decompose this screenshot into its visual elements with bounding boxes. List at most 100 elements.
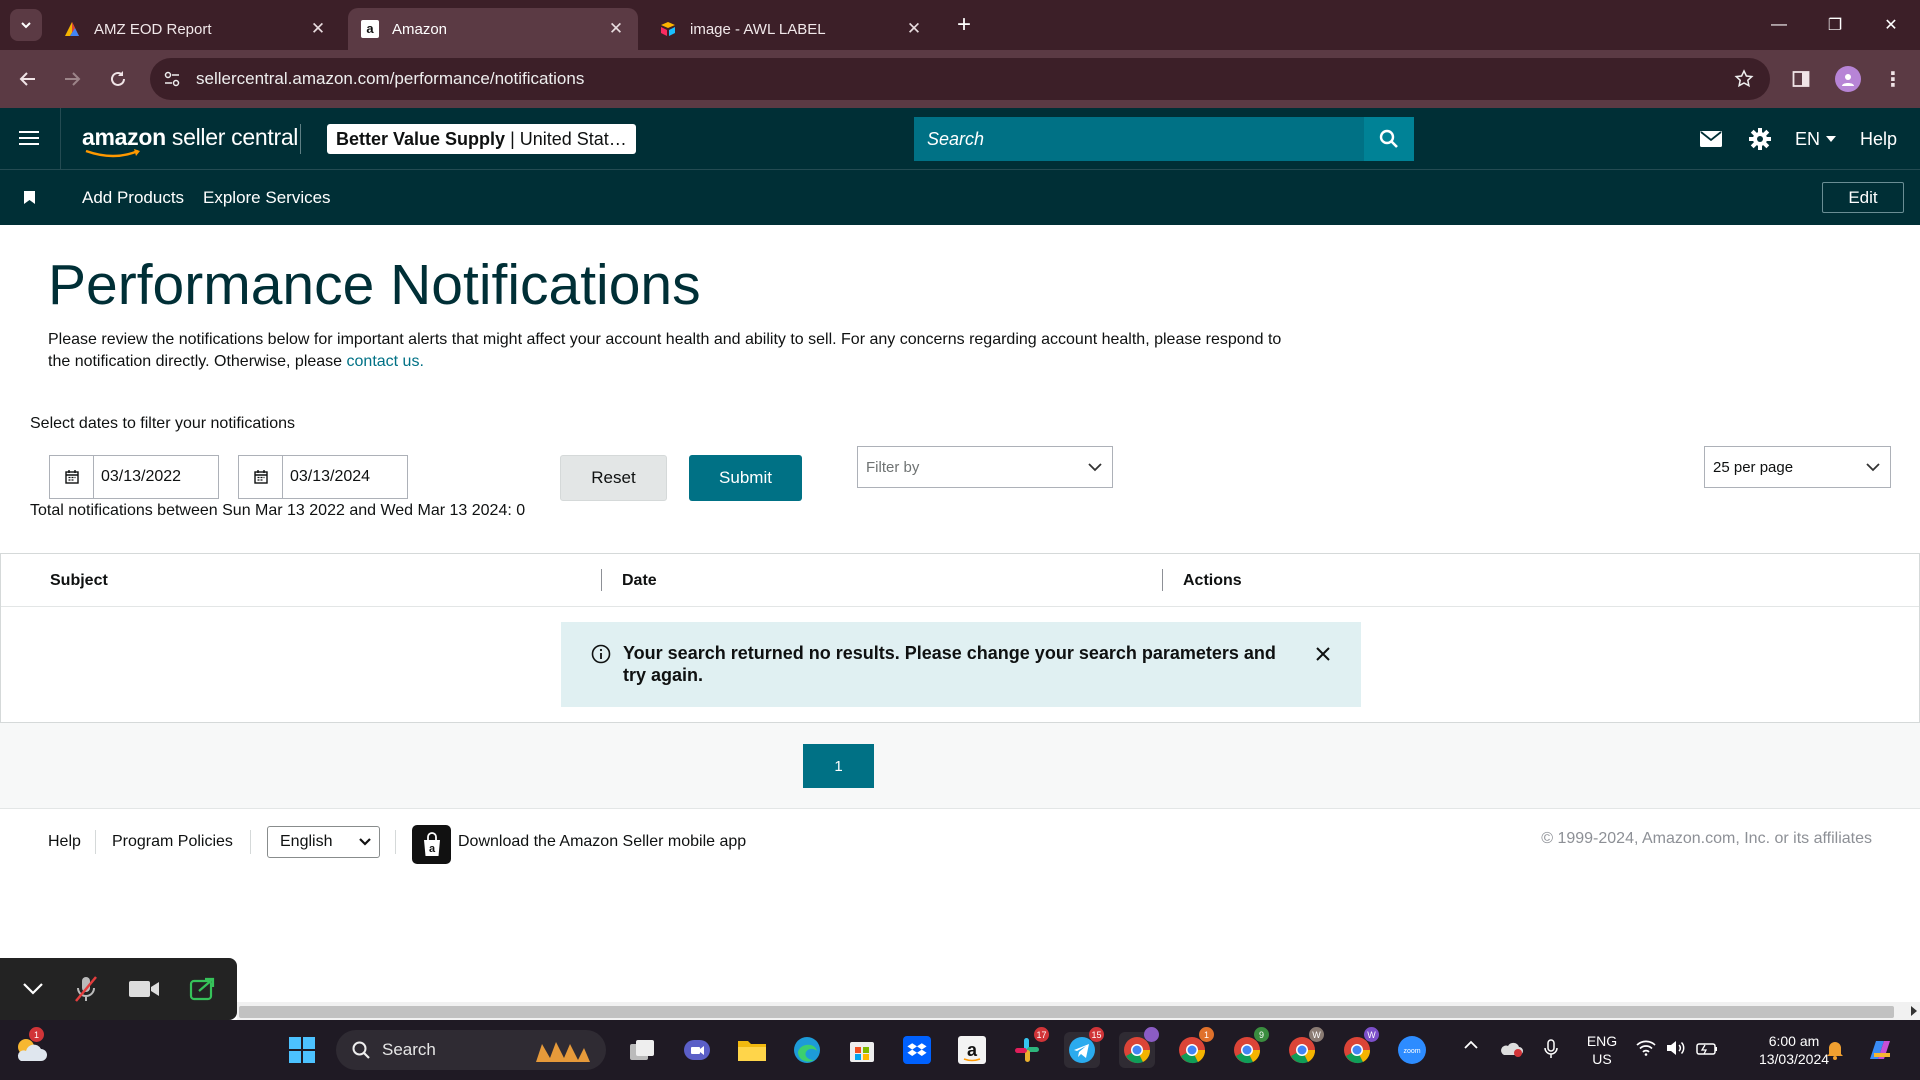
close-icon[interactable]: ✕: [308, 19, 328, 39]
calendar-icon[interactable]: [239, 456, 283, 498]
language-line-2: US: [1592, 1051, 1612, 1067]
svg-text:a: a: [428, 843, 435, 855]
onedrive-icon[interactable]: [1500, 1041, 1524, 1057]
close-icon[interactable]: ✕: [606, 19, 626, 39]
dropbox-icon[interactable]: [899, 1032, 935, 1068]
bookmark-icon[interactable]: [24, 191, 35, 204]
quick-settings[interactable]: [1636, 1040, 1718, 1056]
start-date-input[interactable]: 03/13/2022: [94, 468, 181, 486]
browser-toolbar: sellercentral.amazon.com/performance/not…: [0, 50, 1920, 108]
url-text: sellercentral.amazon.com/performance/not…: [196, 69, 585, 88]
amazon-app-icon[interactable]: a: [954, 1032, 990, 1068]
download-app-link[interactable]: Download the Amazon Seller mobile app: [458, 833, 746, 851]
teams-icon[interactable]: [679, 1032, 715, 1068]
search-input[interactable]: [914, 117, 1364, 161]
close-window-button[interactable]: ✕: [1863, 0, 1919, 50]
messages-button[interactable]: [1700, 122, 1722, 156]
side-panel-button[interactable]: [1783, 61, 1819, 97]
amazon-seller-app-icon[interactable]: a: [412, 825, 451, 864]
telegram-icon[interactable]: 15: [1064, 1027, 1104, 1068]
horizontal-scrollbar[interactable]: [237, 1002, 1920, 1020]
slack-icon[interactable]: 17: [1009, 1027, 1049, 1068]
edge-icon[interactable]: [789, 1032, 825, 1068]
search-icon: [352, 1041, 370, 1059]
start-button[interactable]: [284, 1032, 320, 1068]
search-button[interactable]: [1364, 117, 1414, 161]
meeting-control-bar: [0, 958, 237, 1020]
footer-language-select[interactable]: English: [267, 826, 380, 858]
profile-avatar[interactable]: [1835, 66, 1861, 92]
settings-button[interactable]: [1749, 122, 1771, 156]
bookmark-star-icon[interactable]: [1734, 69, 1754, 89]
weather-widget[interactable]: 1: [10, 1027, 50, 1068]
table-header: Subject Date Actions: [1, 554, 1919, 607]
language-indicator[interactable]: ENG US: [1582, 1032, 1622, 1068]
tab-search-button[interactable]: [10, 9, 42, 41]
reset-button[interactable]: Reset: [560, 455, 667, 501]
scroll-right-arrow[interactable]: [1911, 1006, 1917, 1016]
chrome-icon[interactable]: W: [1284, 1027, 1324, 1068]
footer-help-link[interactable]: Help: [48, 833, 81, 851]
chevron-up-icon: [1464, 1040, 1478, 1049]
arrow-left-icon: [19, 72, 35, 86]
caret-down-icon: [1826, 136, 1837, 142]
clock[interactable]: 6:00 am 13/03/2024: [1755, 1032, 1833, 1068]
microsoft-store-icon[interactable]: [844, 1032, 880, 1068]
help-link[interactable]: Help: [1860, 122, 1897, 156]
browser-menu-button[interactable]: ⋮: [1875, 61, 1911, 97]
close-icon[interactable]: [1315, 646, 1331, 662]
chrome-icon[interactable]: 9: [1229, 1027, 1269, 1068]
restore-button[interactable]: ❐: [1807, 0, 1863, 50]
site-info-icon[interactable]: [162, 69, 182, 89]
end-date-input[interactable]: 03/13/2024: [283, 468, 370, 486]
notification-badge: 17: [1034, 1027, 1049, 1042]
new-tab-button[interactable]: +: [950, 12, 978, 40]
microphone-icon[interactable]: [1544, 1039, 1558, 1059]
chrome-icon[interactable]: [1119, 1027, 1159, 1068]
chevron-down-icon[interactable]: [22, 982, 44, 996]
chevron-down-icon: [359, 838, 371, 846]
tab-amazon[interactable]: a Amazon ✕: [348, 8, 638, 50]
scrollbar-thumb[interactable]: [239, 1006, 1894, 1018]
submit-button[interactable]: Submit: [689, 455, 802, 501]
nav-add-products[interactable]: Add Products: [82, 170, 184, 225]
column-header-date[interactable]: Date: [622, 554, 657, 607]
show-hidden-icons[interactable]: [1464, 1040, 1478, 1050]
copilot-icon[interactable]: [1862, 1032, 1898, 1068]
start-date-picker[interactable]: 03/13/2022: [49, 455, 219, 499]
edit-button[interactable]: Edit: [1822, 182, 1904, 213]
mail-icon: [1700, 131, 1722, 147]
hamburger-menu-button[interactable]: [18, 129, 42, 149]
back-button[interactable]: [10, 61, 46, 97]
tab-image-awl-label[interactable]: image - AWL LABEL ✕: [646, 8, 936, 50]
forward-button[interactable]: [54, 61, 90, 97]
calendar-icon[interactable]: [50, 456, 94, 498]
reload-button[interactable]: [100, 61, 136, 97]
zoom-icon[interactable]: zoom: [1394, 1032, 1430, 1068]
minimize-button[interactable]: —: [1751, 0, 1807, 50]
filter-by-dropdown[interactable]: Filter by: [857, 446, 1113, 488]
seller-central-logo[interactable]: amazon seller central: [82, 124, 298, 158]
column-header-subject[interactable]: Subject: [50, 554, 108, 607]
file-explorer-icon[interactable]: [734, 1032, 770, 1068]
chrome-icon[interactable]: 1: [1174, 1027, 1214, 1068]
footer-program-policies-link[interactable]: Program Policies: [112, 833, 233, 851]
account-switcher[interactable]: Better Value Supply | United Stat…: [327, 124, 636, 154]
camera-icon[interactable]: [128, 979, 160, 999]
task-view-icon[interactable]: [624, 1032, 660, 1068]
chevron-down-icon: [1866, 462, 1880, 471]
chrome-icon[interactable]: W: [1339, 1027, 1379, 1068]
notification-bell-icon[interactable]: [1826, 1040, 1844, 1060]
address-bar[interactable]: sellercentral.amazon.com/performance/not…: [150, 58, 1770, 100]
nav-explore-services[interactable]: Explore Services: [203, 170, 331, 225]
share-screen-icon[interactable]: [189, 977, 215, 1001]
tab-amz-eod-report[interactable]: AMZ EOD Report ✕: [50, 8, 340, 50]
taskbar-search[interactable]: Search: [336, 1030, 606, 1070]
end-date-picker[interactable]: 03/13/2024: [238, 455, 408, 499]
contact-us-link[interactable]: contact us.: [347, 353, 424, 370]
mic-muted-icon[interactable]: [73, 975, 99, 1003]
close-icon[interactable]: ✕: [904, 19, 924, 39]
language-switcher[interactable]: EN: [1795, 122, 1837, 156]
page-number-button[interactable]: 1: [803, 744, 874, 788]
per-page-dropdown[interactable]: 25 per page: [1704, 446, 1891, 488]
